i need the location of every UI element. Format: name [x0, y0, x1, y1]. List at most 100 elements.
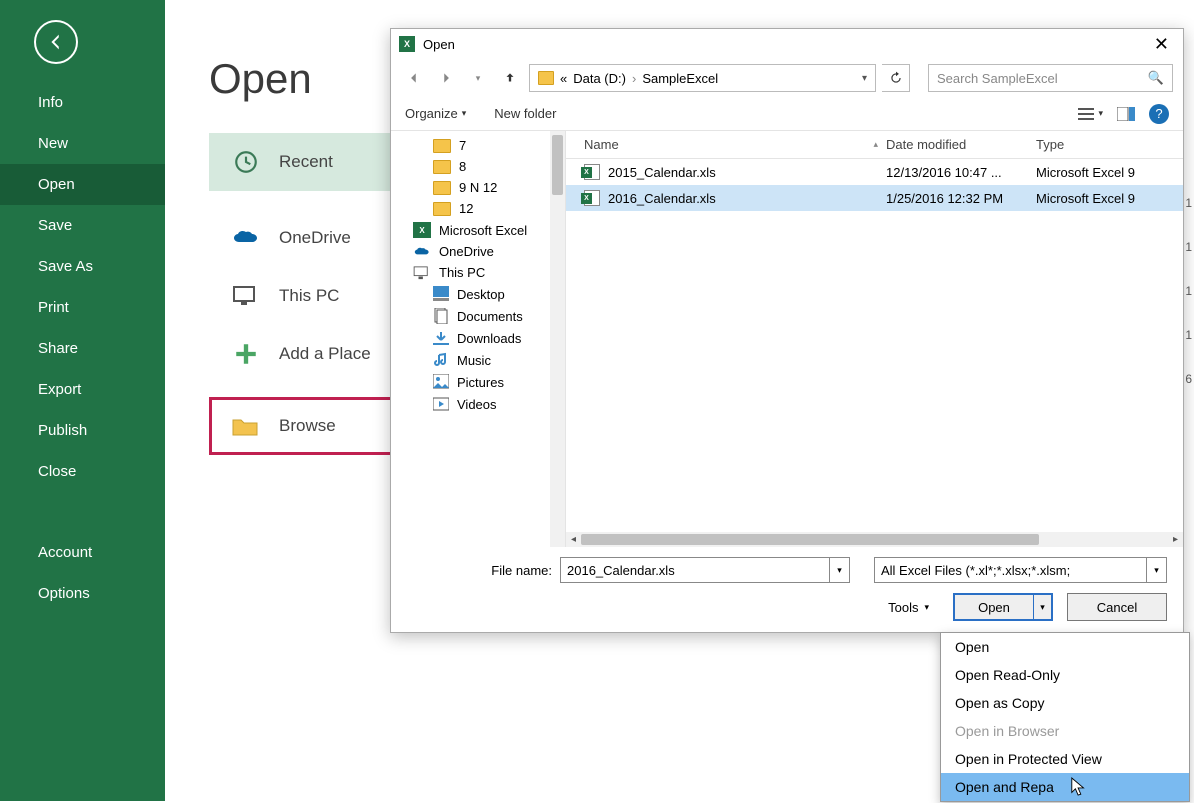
location-onedrive[interactable]: OneDrive [209, 209, 419, 267]
tree-item-label: Desktop [457, 287, 505, 302]
filter-dropdown-button[interactable]: ▾ [1146, 558, 1166, 582]
search-icon: 🔍 [1148, 70, 1164, 86]
close-button[interactable]: ✕ [1148, 34, 1175, 55]
tree-item[interactable]: XMicrosoft Excel [391, 219, 565, 241]
tree-item[interactable]: Documents [391, 305, 565, 327]
backstage-new[interactable]: New [0, 123, 165, 164]
scroll-left-button[interactable]: ◂ [566, 532, 581, 547]
dropdown-item[interactable]: Open [941, 633, 1189, 661]
folder-icon [538, 71, 554, 85]
tree-scrollbar[interactable] [550, 131, 565, 547]
backstage-export[interactable]: Export [0, 369, 165, 410]
dialog-nav-bar: ▾ « Data (D:) › SampleExcel ▾ Search Sam… [391, 59, 1183, 97]
breadcrumb-drive[interactable]: Data (D:) [573, 71, 626, 86]
pictures-icon [433, 374, 449, 390]
tools-menu-button[interactable]: Tools▾ [888, 600, 929, 615]
open-file-dialog: X Open ✕ ▾ « Data (D:) › SampleExcel ▾ S… [390, 28, 1184, 633]
tree-item-label: 8 [459, 159, 466, 174]
backstage-open[interactable]: Open [0, 164, 165, 205]
location-recent[interactable]: Recent [209, 133, 419, 191]
open-split-button[interactable]: ▾ [1033, 595, 1051, 619]
tree-item[interactable]: Desktop [391, 283, 565, 305]
tree-item[interactable]: 7 [391, 135, 565, 156]
dialog-toolbar: Organize ▾ New folder ▾ ? [391, 97, 1183, 131]
plus-icon [231, 339, 261, 369]
folder-tree[interactable]: 7 8 9 N 1212XMicrosoft ExcelOneDrive This P… [391, 131, 566, 547]
backstage-save-as[interactable]: Save As [0, 246, 165, 287]
help-button[interactable]: ? [1149, 104, 1169, 124]
background-sheet-rows: 11116 [1185, 196, 1192, 386]
cancel-button[interactable]: Cancel [1067, 593, 1167, 621]
tree-item[interactable]: 8 [391, 156, 565, 177]
mouse-cursor [1070, 776, 1088, 803]
dropdown-item[interactable]: Open Read-Only [941, 661, 1189, 689]
backstage-print[interactable]: Print [0, 287, 165, 328]
onedrive-icon [231, 223, 261, 253]
tree-item[interactable]: Music [391, 349, 565, 371]
backstage-options[interactable]: Options [0, 573, 165, 614]
tree-item-label: Music [457, 353, 491, 368]
horizontal-scrollbar[interactable]: ◂ ▸ [566, 532, 1183, 547]
tree-item[interactable]: OneDrive [391, 241, 565, 262]
file-row[interactable]: 2015_Calendar.xls12/13/2016 10:47 ...Mic… [566, 159, 1183, 185]
dropdown-item[interactable]: Open and Repa [941, 773, 1189, 801]
tree-item[interactable]: Videos [391, 393, 565, 415]
music-icon [433, 352, 449, 368]
preview-pane-button[interactable] [1117, 107, 1135, 121]
location-browse[interactable]: Browse [209, 397, 419, 455]
dropdown-item[interactable]: Open as Copy [941, 689, 1189, 717]
tree-item[interactable]: This PC [391, 262, 565, 283]
nav-up-button[interactable] [497, 65, 523, 91]
tree-item-label: 7 [459, 138, 466, 153]
refresh-button[interactable] [882, 64, 910, 92]
backstage-info[interactable]: Info [0, 82, 165, 123]
nav-back-button[interactable] [401, 65, 427, 91]
tree-item[interactable]: Pictures [391, 371, 565, 393]
location-label: Add a Place [279, 344, 371, 364]
scroll-right-button[interactable]: ▸ [1168, 532, 1183, 547]
nav-forward-button[interactable] [433, 65, 459, 91]
filename-dropdown-button[interactable]: ▾ [829, 558, 849, 582]
backstage-publish[interactable]: Publish [0, 410, 165, 451]
col-date-header[interactable]: Date modified [886, 137, 1036, 152]
breadcrumb-folder[interactable]: SampleExcel [642, 71, 718, 86]
col-type-header[interactable]: Type [1036, 137, 1183, 152]
back-button[interactable] [34, 20, 78, 64]
organize-button[interactable]: Organize ▾ [405, 106, 466, 121]
file-type: Microsoft Excel 9 [1036, 191, 1183, 206]
dropdown-item[interactable]: Open in Protected View [941, 745, 1189, 773]
nav-recent-button[interactable]: ▾ [465, 65, 491, 91]
location-add-place[interactable]: Add a Place [209, 325, 419, 383]
filename-input[interactable]: 2016_Calendar.xls ▾ [560, 557, 850, 583]
backstage-account[interactable]: Account [0, 532, 165, 573]
file-row[interactable]: 2016_Calendar.xls1/25/2016 12:32 PMMicro… [566, 185, 1183, 211]
backstage-save[interactable]: Save [0, 205, 165, 246]
address-dropdown-icon[interactable]: ▾ [862, 73, 867, 84]
col-name-header[interactable]: Name▴ [566, 137, 886, 152]
tree-item[interactable]: Downloads [391, 327, 565, 349]
backstage-close[interactable]: Close [0, 451, 165, 492]
file-filter-select[interactable]: All Excel Files (*.xl*;*.xlsx;*.xlsm; ▾ [874, 557, 1167, 583]
view-options-button[interactable]: ▾ [1078, 107, 1103, 121]
onedrive-icon [413, 245, 431, 259]
location-this-pc[interactable]: This PC [209, 267, 419, 325]
backstage-share[interactable]: Share [0, 328, 165, 369]
open-button[interactable]: Open ▾ [953, 593, 1053, 621]
tree-item[interactable]: 9 N 12 [391, 177, 565, 198]
new-folder-button[interactable]: New folder [494, 106, 556, 121]
backstage-sidebar: Info New Open Save Save As Print Share E… [0, 0, 165, 801]
excel-file-icon [584, 190, 600, 206]
excel-file-icon [584, 164, 600, 180]
dialog-footer: File name: 2016_Calendar.xls ▾ All Excel… [391, 547, 1183, 621]
file-list: Name▴ Date modified Type 2015_Calendar.x… [566, 131, 1183, 547]
location-label: This PC [279, 286, 339, 306]
tree-item-label: This PC [439, 265, 485, 280]
downloads-icon [433, 330, 449, 346]
tree-item[interactable]: 12 [391, 198, 565, 219]
breadcrumb-sep: › [632, 71, 636, 86]
location-label: OneDrive [279, 228, 351, 248]
search-input[interactable]: Search SampleExcel 🔍 [928, 64, 1173, 92]
address-bar[interactable]: « Data (D:) › SampleExcel ▾ [529, 64, 876, 92]
dropdown-item: Open in Browser [941, 717, 1189, 745]
location-label: Recent [279, 152, 333, 172]
